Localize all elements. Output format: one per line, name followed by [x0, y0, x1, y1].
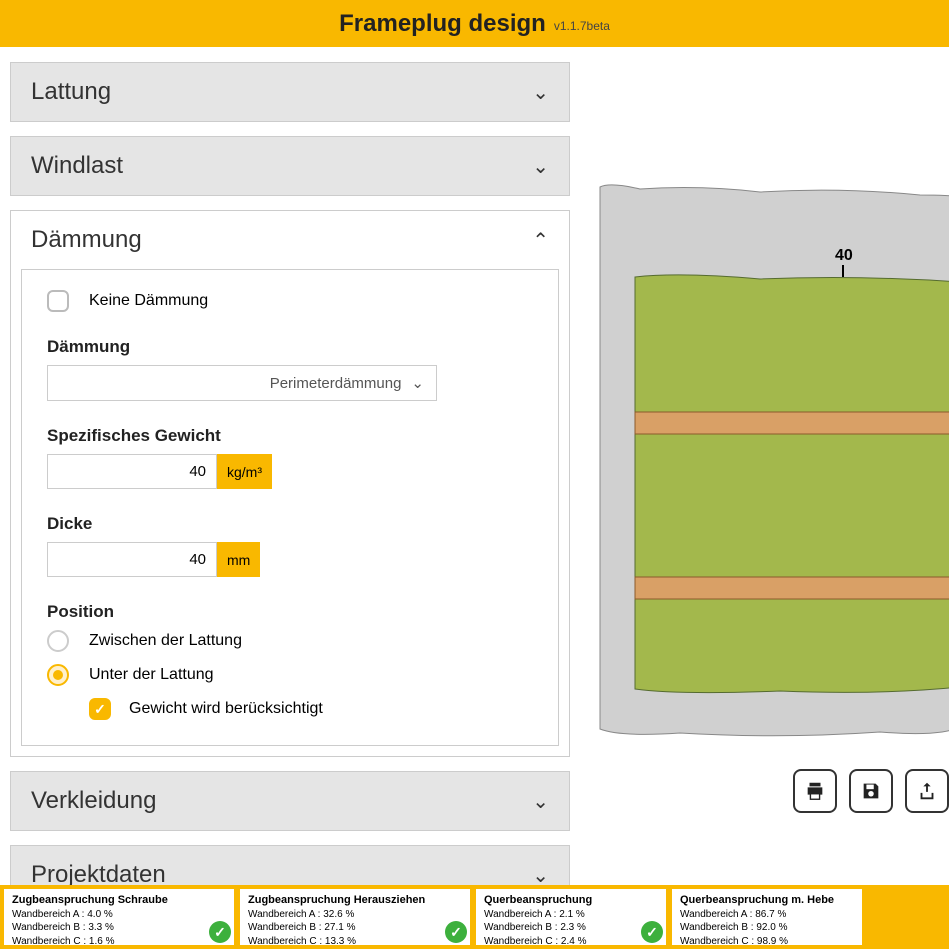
accordion-title: Dämmung [31, 226, 142, 254]
result-title: Querbeanspruchung m. Hebe [680, 893, 854, 908]
app-version: v1.1.7beta [554, 19, 610, 33]
position-between-radio[interactable] [47, 630, 69, 652]
chevron-up-icon: ⌃ [532, 228, 549, 253]
result-title: Querbeanspruchung [484, 893, 658, 908]
thickness-label: Dicke [47, 514, 533, 534]
result-line: Wandbereich A : 4.0 % [12, 908, 226, 922]
app-title: Frameplug design [339, 10, 546, 38]
weight-considered-checkbox[interactable]: ✓ [89, 698, 111, 720]
print-icon [804, 780, 826, 802]
chevron-down-icon: ⌄ [532, 789, 549, 814]
check-icon: ✓ [641, 921, 663, 943]
form-panel: Lattung ⌄ Windlast ⌄ Dämmung ⌃ Keine Däm… [0, 47, 580, 885]
result-title: Zugbeanspruchung Schraube [12, 893, 226, 908]
weight-unit: kg/m³ [217, 454, 272, 489]
result-card: Zugbeanspruchung Schraube Wandbereich A … [4, 889, 234, 945]
accordion-header[interactable]: Dämmung ⌃ [11, 211, 569, 269]
accordion-verkleidung[interactable]: Verkleidung ⌄ [10, 771, 570, 831]
weight-label: Spezifisches Gewicht [47, 426, 533, 446]
result-line: Wandbereich C : 1.6 % [12, 935, 226, 949]
export-button[interactable] [905, 769, 949, 813]
action-bar [793, 769, 949, 813]
check-icon: ✓ [445, 921, 467, 943]
position-under-radio[interactable] [47, 664, 69, 686]
no-insulation-checkbox[interactable] [47, 290, 69, 312]
chevron-down-icon: ⌄ [532, 80, 549, 105]
result-title: Zugbeanspruchung Herausziehen [248, 893, 462, 908]
daemmung-body: Keine Dämmung Dämmung Perimeterdämmung ⌄… [21, 269, 559, 746]
select-value: Perimeterdämmung [270, 375, 402, 392]
result-line: Wandbereich C : 13.3 % [248, 935, 462, 949]
result-line: Wandbereich C : 2.4 % [484, 935, 658, 949]
dimension-tick [842, 265, 844, 277]
result-card: Zugbeanspruchung Herausziehen Wandbereic… [240, 889, 470, 945]
thickness-unit: mm [217, 542, 260, 577]
chevron-down-icon: ⌄ [532, 154, 549, 179]
result-line: Wandbereich C : 98.9 % [680, 935, 854, 949]
app-header: Frameplug design v1.1.7beta [0, 0, 949, 47]
daemmung-type-label: Dämmung [47, 337, 533, 357]
chevron-down-icon: ⌄ [532, 863, 549, 888]
print-button[interactable] [793, 769, 837, 813]
accordion-title: Windlast [31, 152, 123, 180]
save-button[interactable] [849, 769, 893, 813]
results-footer: Zugbeanspruchung Schraube Wandbereich A … [0, 885, 949, 949]
accordion-title: Verkleidung [31, 787, 156, 815]
dimension-label: 40 [835, 247, 853, 265]
result-line: Wandbereich B : 27.1 % [248, 921, 462, 935]
chevron-down-icon: ⌄ [411, 374, 424, 392]
check-icon: ✓ [209, 921, 231, 943]
daemmung-type-select[interactable]: Perimeterdämmung ⌄ [47, 365, 437, 401]
position-under-label: Unter der Lattung [89, 666, 214, 684]
weight-considered-label: Gewicht wird berücksichtigt [129, 700, 323, 718]
accordion-title: Lattung [31, 78, 111, 106]
save-icon [860, 780, 882, 802]
result-line: Wandbereich A : 32.6 % [248, 908, 462, 922]
accordion-daemmung: Dämmung ⌃ Keine Dämmung Dämmung Perimete… [10, 210, 570, 757]
result-line: Wandbereich A : 2.1 % [484, 908, 658, 922]
no-insulation-label: Keine Dämmung [89, 292, 208, 310]
accordion-lattung[interactable]: Lattung ⌄ [10, 62, 570, 122]
result-line: Wandbereich B : 2.3 % [484, 921, 658, 935]
accordion-windlast[interactable]: Windlast ⌄ [10, 136, 570, 196]
preview-panel: 40 [580, 47, 949, 885]
weight-input[interactable] [47, 454, 217, 489]
upload-icon [916, 780, 938, 802]
result-card: Querbeanspruchung Wandbereich A : 2.1 % … [476, 889, 666, 945]
wall-illustration [580, 147, 949, 767]
result-line: Wandbereich A : 86.7 % [680, 908, 854, 922]
result-line: Wandbereich B : 92.0 % [680, 921, 854, 935]
thickness-input[interactable] [47, 542, 217, 577]
result-line: Wandbereich B : 3.3 % [12, 921, 226, 935]
result-card: Querbeanspruchung m. Hebe Wandbereich A … [672, 889, 862, 945]
position-label: Position [47, 602, 533, 622]
position-between-label: Zwischen der Lattung [89, 632, 242, 650]
